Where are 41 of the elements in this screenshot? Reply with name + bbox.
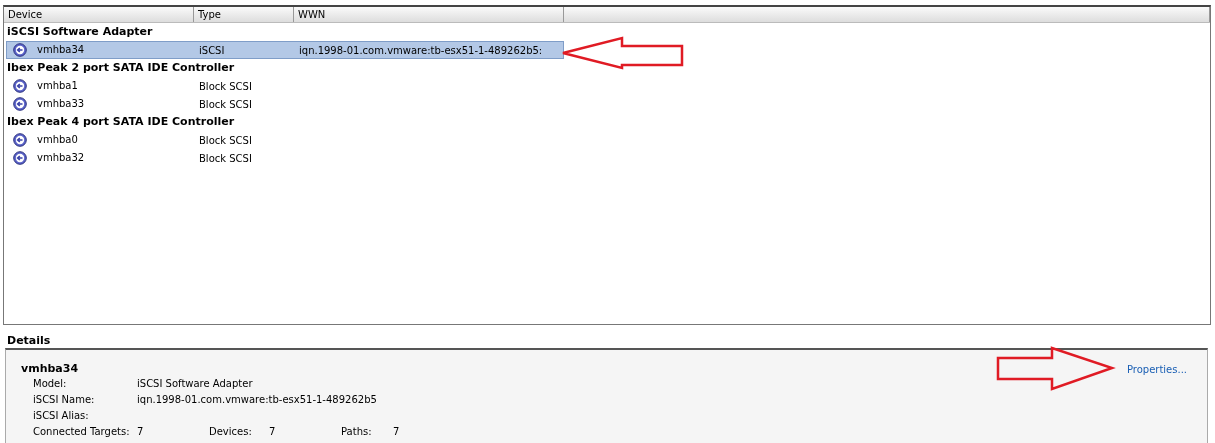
adapter-icon: [13, 133, 27, 147]
adapter-icon: [13, 43, 27, 57]
device-name: vmhba0: [37, 133, 78, 147]
device-row[interactable]: vmhba0 Block SCSI: [6, 131, 564, 149]
column-header[interactable]: WWN: [294, 7, 564, 22]
device-type: Block SCSI: [199, 153, 252, 164]
field-label: iSCSI Alias:: [33, 409, 90, 423]
device-name: vmhba1: [37, 79, 78, 93]
field-value: 7: [393, 425, 401, 439]
field-label: Connected Targets:: [33, 425, 131, 439]
field-value: iqn.1998-01.com.vmware:tb-esx51-1-489262b5: [137, 393, 377, 407]
column-header[interactable]: Device: [4, 7, 194, 22]
device-row[interactable]: vmhba33 Block SCSI: [6, 95, 564, 113]
adapter-icon: [13, 151, 27, 165]
adapter-icon: [13, 79, 27, 93]
device-wwn: iqn.1998-01.com.vmware:tb-esx51-1-489262b5:: [299, 45, 543, 56]
group-heading: iSCSI Software Adapter: [6, 24, 154, 40]
properties-link[interactable]: Properties...: [1126, 362, 1187, 377]
device-row[interactable]: vmhba1 Block SCSI: [6, 77, 564, 95]
column-header[interactable]: Type: [194, 7, 294, 22]
field-value: 7: [269, 425, 277, 439]
field-label: Model:: [33, 377, 68, 391]
group-heading: Ibex Peak 2 port SATA IDE Controller: [6, 60, 236, 76]
device-type: Block SCSI: [199, 135, 252, 146]
field-label: iSCSI Name:: [33, 393, 96, 407]
device-row[interactable]: vmhba32 Block SCSI: [6, 149, 564, 167]
adapter-icon: [13, 97, 27, 111]
field-label: Devices:: [209, 425, 253, 439]
section-title: Details: [7, 333, 51, 349]
device-name: vmhba33: [37, 97, 85, 111]
field-value: iSCSI Software Adapter: [137, 377, 253, 391]
device-name: vmhba34: [37, 43, 85, 57]
field-label: Paths:: [341, 425, 373, 439]
device-name: vmhba32: [37, 151, 85, 165]
group-heading: Ibex Peak 4 port SATA IDE Controller: [6, 114, 236, 130]
device-type: Block SCSI: [199, 81, 252, 92]
device-row[interactable]: vmhba34 iSCSI iqn.1998-01.com.vmware:tb-esx51-1-489262b5:: [6, 41, 564, 59]
field-value: 7: [137, 425, 145, 439]
adapter-name: vmhba34: [21, 362, 79, 375]
device-type: iSCSI: [199, 45, 225, 56]
device-type: Block SCSI: [199, 99, 252, 110]
